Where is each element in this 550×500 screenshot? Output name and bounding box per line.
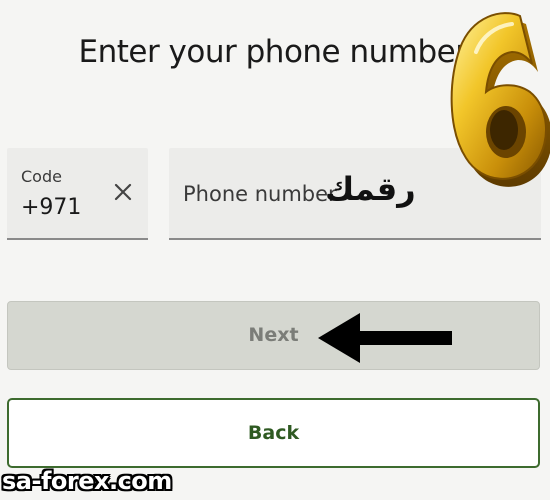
next-button[interactable]: Next [7, 301, 540, 370]
arabic-annotation-text: رقمك [325, 170, 416, 208]
arrow-left-icon [318, 313, 452, 363]
phone-number-placeholder: Phone number [183, 182, 337, 206]
back-button[interactable]: Back [7, 398, 540, 468]
country-code-label: Code [21, 167, 62, 186]
country-code-value[interactable]: +971 [21, 195, 81, 220]
country-code-field[interactable]: Code +971 [7, 148, 148, 240]
step-number-badge-icon [450, 12, 550, 187]
phone-entry-screen: Enter your phone number Code +971 Phone … [0, 0, 550, 500]
close-icon[interactable] [111, 180, 135, 204]
watermark-text: sa-forex.com [2, 467, 172, 495]
